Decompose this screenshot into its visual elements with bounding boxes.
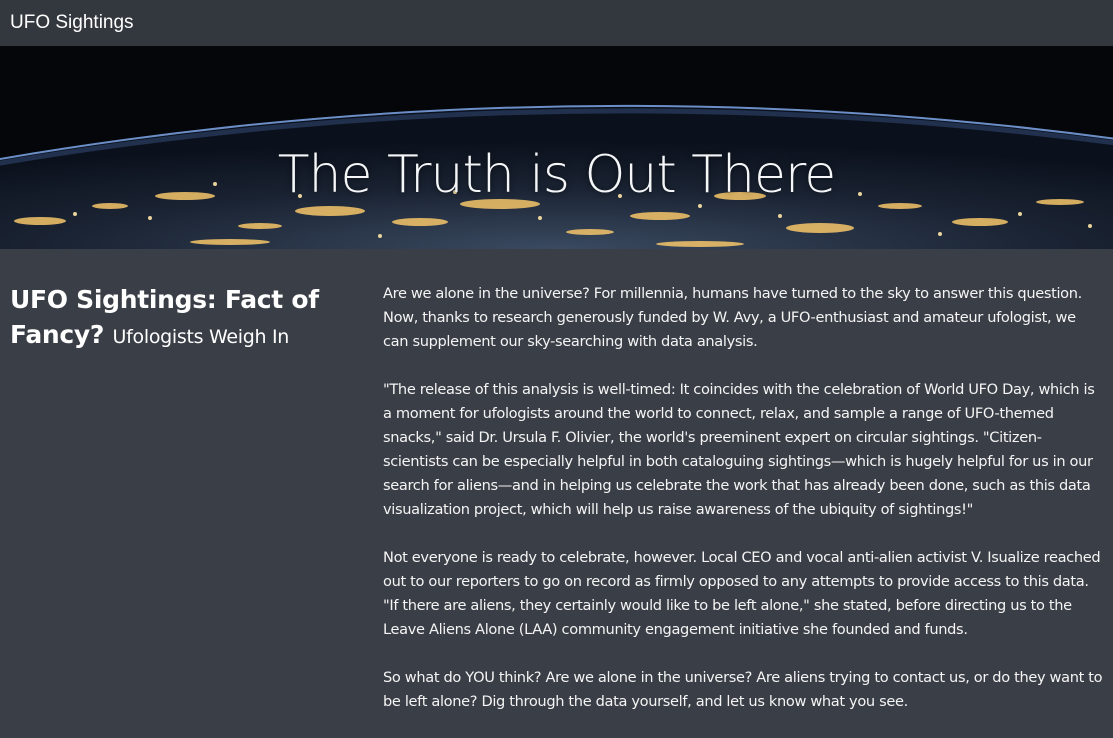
article-paragraph: Not everyone is ready to celebrate, howe… (383, 549, 1101, 638)
article-heading-column: UFO Sightings: Fact of Fancy? Ufologists… (0, 282, 383, 738)
article-body: Are we alone in the universe? For millen… (383, 282, 1103, 738)
hero-banner: The Truth is Out There (0, 46, 1113, 249)
article-subhead: Ufologists Weigh In (112, 326, 290, 348)
article-paragraph: "The release of this analysis is well-ti… (383, 381, 1095, 518)
navbar-brand-link[interactable]: UFO Sightings (10, 12, 134, 34)
navbar: UFO Sightings (0, 0, 1113, 46)
article: UFO Sightings: Fact of Fancy? Ufologists… (0, 249, 1113, 738)
article-headline: UFO Sightings: Fact of Fancy? Ufologists… (10, 282, 383, 355)
article-paragraph: Are we alone in the universe? For millen… (383, 285, 1082, 350)
hero-title: The Truth is Out There (277, 144, 836, 205)
article-paragraph: So what do YOU think? Are we alone in th… (383, 669, 1103, 710)
